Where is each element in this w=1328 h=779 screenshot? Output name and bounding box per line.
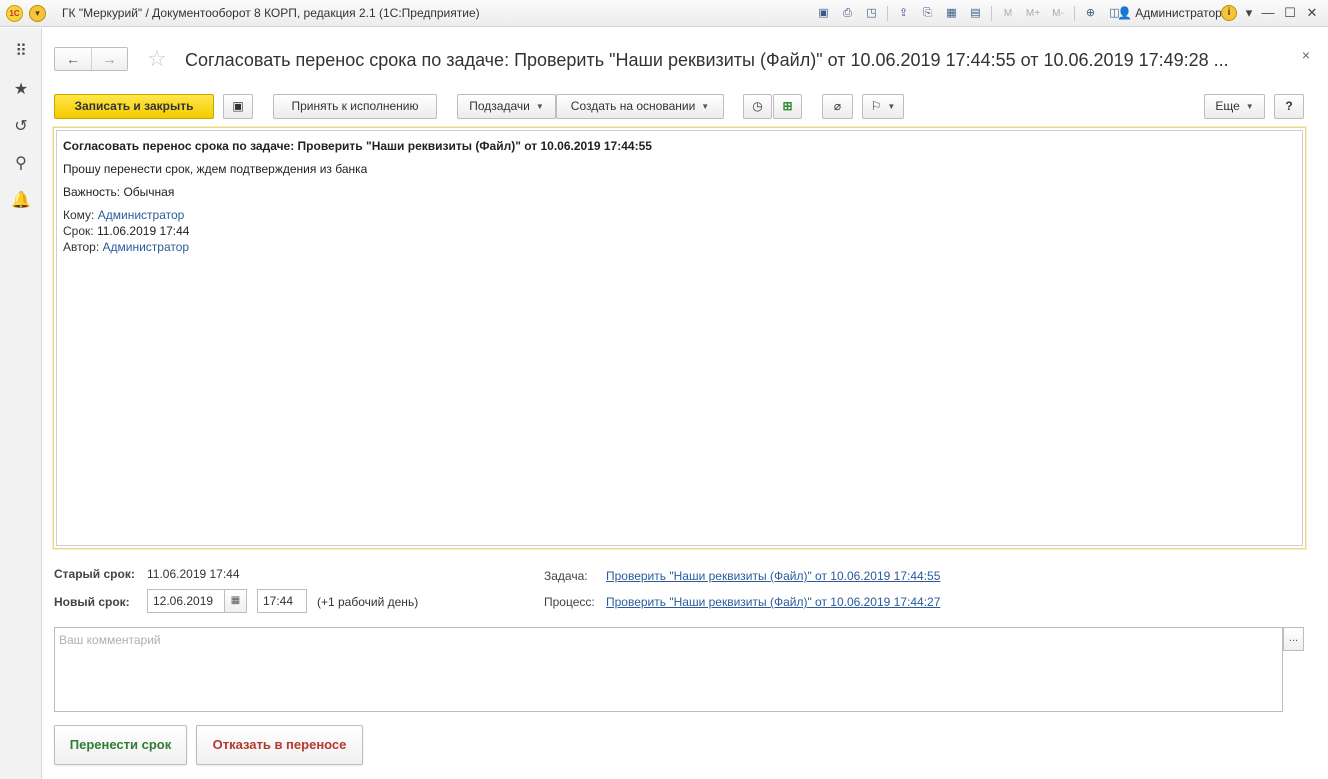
new-due-label: Новый срок:: [54, 595, 130, 609]
titlebar-toolbar: ▣ ⎙ ◳ ⇪ ⎘ ▦ ▤ M M+ M- ⊕ ◫: [815, 4, 1130, 23]
calculator-icon[interactable]: ▦: [943, 5, 960, 22]
message-subject: Согласовать перенос срока по задаче: Про…: [63, 139, 652, 153]
calendar-icon[interactable]: ▤: [967, 5, 984, 22]
current-user[interactable]: 👤 Администратор: [1117, 6, 1222, 20]
message-body: Прошу перенести срок, ждем подтверждения…: [63, 162, 368, 176]
process-link[interactable]: Проверить "Наши реквизиты (Файл)" от 10.…: [606, 595, 940, 609]
create-based-on-label: Создать на основании: [570, 99, 696, 113]
due-value: 11.06.2019 17:44: [96, 224, 190, 238]
message-due: Срок: 11.06.2019 17:44: [63, 224, 189, 238]
subtasks-label: Подзадачи: [469, 99, 530, 113]
add-subtask-icon[interactable]: ⊞: [773, 94, 802, 119]
message-panel: Согласовать перенос срока по задаче: Про…: [52, 126, 1307, 550]
save-floppy-icon[interactable]: ▣: [223, 94, 253, 119]
user-name: Администратор: [1135, 6, 1222, 20]
subtasks-button[interactable]: Подзадачи ▼: [457, 94, 556, 119]
toolbar-divider: [887, 6, 888, 21]
chevron-down-icon: ▼: [887, 102, 896, 111]
importance-value: Обычная: [123, 185, 175, 199]
to-label: Кому:: [63, 208, 95, 222]
create-based-on-button[interactable]: Создать на основании ▼: [556, 94, 724, 119]
info-icon[interactable]: i: [1221, 5, 1237, 21]
window-titlebar: 1С ▾ ГК "Меркурий" / Документооборот 8 К…: [0, 0, 1328, 27]
paperclip-icon[interactable]: ⌀: [822, 94, 853, 119]
accept-for-execution-button[interactable]: Принять к исполнению: [273, 94, 437, 119]
forward-arrow-icon[interactable]: →: [91, 48, 127, 70]
chevron-down-icon: ▼: [1245, 102, 1254, 111]
new-due-note: (+1 рабочий день): [317, 595, 419, 609]
comment-input[interactable]: Ваш комментарий: [54, 627, 1283, 712]
chevron-down-icon: ▼: [701, 102, 710, 111]
search-icon[interactable]: ⚲: [11, 154, 31, 174]
minimize-icon[interactable]: —: [1259, 4, 1277, 22]
message-to: Кому: Администратор: [63, 208, 184, 222]
new-due-time-input[interactable]: 17:44: [257, 589, 307, 613]
add-to-favorites-star-icon[interactable]: ☆: [145, 47, 169, 71]
memory-plus-icon[interactable]: M+: [1024, 5, 1042, 22]
importance-label: Важность:: [63, 185, 121, 199]
chevron-down-icon: ▼: [535, 102, 544, 111]
save-and-close-button[interactable]: Записать и закрыть: [54, 94, 214, 119]
more-label: Еще: [1215, 99, 1240, 113]
comment-expand-button[interactable]: ...: [1283, 627, 1304, 651]
back-arrow-icon[interactable]: ←: [55, 48, 91, 70]
author-label: Автор:: [63, 240, 100, 254]
history-icon[interactable]: ↺: [11, 117, 31, 137]
help-button[interactable]: ?: [1274, 94, 1304, 119]
upload-icon[interactable]: ⇪: [895, 5, 912, 22]
form-title: Согласовать перенос срока по задаче: Про…: [185, 50, 1229, 70]
preview-icon[interactable]: ◳: [863, 5, 880, 22]
task-link[interactable]: Проверить "Наши реквизиты (Файл)" от 10.…: [606, 569, 940, 583]
toolbar-divider: [1074, 6, 1075, 21]
old-due-value: 11.06.2019 17:44: [147, 567, 240, 581]
comment-placeholder: Ваш комментарий: [59, 633, 161, 647]
favorites-star-icon[interactable]: ★: [11, 80, 31, 100]
more-button[interactable]: Еще ▼: [1204, 94, 1265, 119]
approve-reschedule-button[interactable]: Перенести срок: [54, 725, 187, 765]
message-importance: Важность: Обычная: [63, 185, 174, 199]
close-form-icon[interactable]: ×: [1299, 48, 1313, 62]
due-label: Срок:: [63, 224, 94, 238]
calendar-picker-icon[interactable]: ▦: [225, 589, 247, 613]
author-link[interactable]: Администратор: [103, 240, 190, 254]
process-label: Процесс:: [544, 595, 595, 609]
old-due-label: Старый срок:: [54, 567, 135, 581]
zoom-icon[interactable]: ⊕: [1082, 5, 1099, 22]
apps-grid-icon[interactable]: ⠿: [11, 42, 31, 62]
maximize-icon[interactable]: ☐: [1281, 4, 1299, 22]
chevron-down-icon[interactable]: ▾: [1240, 4, 1258, 22]
navigation-buttons: ← →: [54, 47, 128, 71]
new-due-date-input[interactable]: 12.06.2019: [147, 589, 225, 613]
clock-icon[interactable]: ◷: [743, 94, 772, 119]
attach-icon[interactable]: ⎘: [919, 5, 936, 22]
toolbar-divider: [991, 6, 992, 21]
message-content: Согласовать перенос срока по задаче: Про…: [56, 130, 1303, 546]
to-link[interactable]: Администратор: [98, 208, 185, 222]
app-logo-icon: 1С: [6, 5, 23, 22]
notifications-bell-icon[interactable]: 🔔: [11, 191, 31, 211]
flag-icon[interactable]: ⚐ ▼: [862, 94, 904, 119]
window-title: ГК "Меркурий" / Документооборот 8 КОРП, …: [62, 6, 480, 20]
side-panel: ⠿ ★ ↺ ⚲ 🔔: [0, 28, 42, 779]
task-label: Задача:: [544, 569, 588, 583]
close-window-icon[interactable]: ✕: [1303, 4, 1321, 22]
reject-reschedule-button[interactable]: Отказать в переносе: [196, 725, 363, 765]
print-icon[interactable]: ⎙: [839, 5, 856, 22]
memory-icon[interactable]: M: [999, 5, 1017, 22]
message-author: Автор: Администратор: [63, 240, 189, 254]
main-menu-icon[interactable]: ▾: [29, 5, 46, 22]
memory-minus-icon[interactable]: M-: [1049, 5, 1067, 22]
save-icon[interactable]: ▣: [815, 5, 832, 22]
